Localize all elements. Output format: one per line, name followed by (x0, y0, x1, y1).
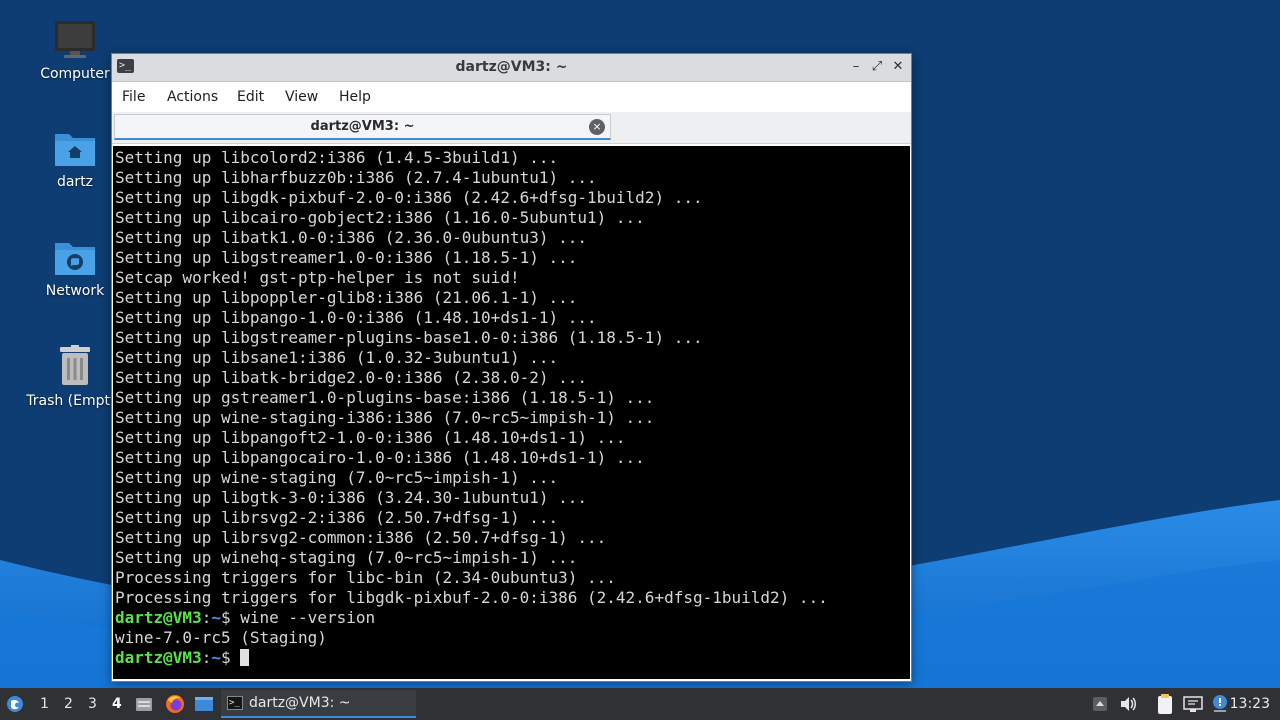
text-cursor (240, 649, 250, 666)
menu-edit[interactable]: Edit (237, 89, 264, 105)
menu-actions[interactable]: Actions (167, 89, 218, 105)
terminal-line: Setting up libgtk-3-0:i386 (3.24.30-1ubu… (115, 488, 588, 507)
notification-icon[interactable] (1211, 694, 1229, 714)
start-menu-icon[interactable] (6, 695, 24, 713)
network-icon[interactable] (1183, 695, 1203, 713)
terminal-line: Setting up libgstreamer-plugins-base1.0-… (115, 328, 703, 347)
terminal-line: Setting up libharfbuzz0b:i386 (2.7.4-1ub… (115, 168, 597, 187)
workspace-3[interactable]: 3 (88, 696, 97, 712)
terminal-line: Setting up wine-staging-i386:i386 (7.0~r… (115, 408, 655, 427)
show-desktop-icon[interactable] (194, 695, 214, 713)
terminal-line: Setting up libpangocairo-1.0-0:i386 (1.4… (115, 448, 645, 467)
file-manager-icon[interactable] (135, 695, 153, 713)
prompt-separator: : (201, 648, 212, 667)
computer-icon (55, 21, 95, 58)
volume-icon[interactable] (1119, 695, 1137, 713)
window-titlebar[interactable]: >_ dartz@VM3: ~ – ⤢ ✕ (112, 54, 911, 82)
terminal-command-line: dartz@VM3:~$ wine --version (115, 608, 910, 628)
terminal-tab[interactable]: dartz@VM3: ~ × (114, 114, 611, 140)
workspace-4[interactable]: 4 (112, 696, 122, 712)
tab-bar: dartz@VM3: ~ × (112, 112, 911, 144)
tab-close-icon[interactable]: × (589, 119, 605, 135)
prompt-separator: : (201, 608, 212, 627)
prompt-dir: ~ (211, 648, 221, 667)
trash-icon (60, 345, 90, 385)
prompt-sign: $ (220, 608, 241, 627)
taskbar-task-terminal[interactable]: >_ dartz@VM3: ~ (221, 690, 416, 718)
terminal-output[interactable]: Setting up libcolord2:i386 (1.4.5-3build… (113, 146, 910, 679)
workspace-2[interactable]: 2 (64, 696, 73, 712)
terminal-line: Setting up libgstreamer1.0-0:i386 (1.18.… (115, 248, 578, 267)
terminal-line: Setcap worked! gst-ptp-helper is not sui… (115, 268, 520, 287)
terminal-line: Setting up libsane1:i386 (1.0.32-3ubuntu… (115, 348, 559, 367)
prompt-dir: ~ (211, 608, 221, 627)
minimize-button[interactable]: – (847, 58, 865, 76)
terminal-line: Setting up libatk-bridge2.0-0:i386 (2.38… (115, 368, 588, 387)
tray-arrow-icon[interactable] (1092, 696, 1108, 712)
prompt-sign: $ (220, 648, 241, 667)
workspace-1[interactable]: 1 (40, 696, 49, 712)
menu-file[interactable]: File (122, 89, 145, 105)
terminal-icon: >_ (227, 696, 243, 710)
terminal-line: Setting up librsvg2-common:i386 (2.50.7+… (115, 528, 607, 547)
home-folder-icon (55, 134, 95, 166)
network-folder-icon (55, 243, 95, 275)
clipboard-icon[interactable] (1156, 693, 1174, 715)
menu-view[interactable]: View (285, 89, 318, 105)
taskbar: 1 2 3 4 >_ dartz@VM3: ~ 13:23 (0, 688, 1280, 720)
clock: 13:23 (1229, 696, 1270, 712)
terminal-line: Setting up librsvg2-2:i386 (2.50.7+dfsg-… (115, 508, 559, 527)
terminal-line: Setting up libpangoft2-1.0-0:i386 (1.48.… (115, 428, 626, 447)
maximize-button[interactable]: ⤢ (868, 58, 886, 76)
terminal-lines: Setting up libcolord2:i386 (1.4.5-3build… (115, 148, 910, 668)
terminal-line: Setting up libpoppler-glib8:i386 (21.06.… (115, 288, 578, 307)
terminal-prompt-line: dartz@VM3:~$ (115, 648, 910, 668)
window-title: dartz@VM3: ~ (455, 59, 568, 75)
terminal-line: Setting up libcairo-gobject2:i386 (1.16.… (115, 208, 645, 227)
menu-bar: File Actions Edit View Help (112, 82, 911, 112)
menu-help[interactable]: Help (339, 89, 371, 105)
terminal-line: Processing triggers for libgdk-pixbuf-2.… (115, 588, 828, 607)
terminal-window: >_ dartz@VM3: ~ – ⤢ ✕ File Actions Edit … (111, 53, 912, 682)
terminal-line: Setting up libcolord2:i386 (1.4.5-3build… (115, 148, 559, 167)
terminal-line: Setting up libgdk-pixbuf-2.0-0:i386 (2.4… (115, 188, 703, 207)
terminal-line: Setting up winehq-staging (7.0~rc5~impis… (115, 548, 578, 567)
prompt-user: dartz@VM3 (115, 648, 202, 667)
taskbar-task-label: dartz@VM3: ~ (249, 695, 351, 711)
terminal-command-output: wine-7.0-rc5 (Staging) (115, 628, 327, 647)
prompt-user: dartz@VM3 (115, 608, 202, 627)
terminal-line: Setting up libpango-1.0-0:i386 (1.48.10+… (115, 308, 597, 327)
terminal-line: Processing triggers for libc-bin (2.34-0… (115, 568, 616, 587)
terminal-line: Setting up gstreamer1.0-plugins-base:i38… (115, 388, 655, 407)
firefox-icon[interactable] (165, 694, 185, 714)
terminal-line: Setting up libatk1.0-0:i386 (2.36.0-0ubu… (115, 228, 588, 247)
terminal-line: Setting up wine-staging (7.0~rc5~impish-… (115, 468, 559, 487)
tab-title: dartz@VM3: ~ (310, 119, 415, 134)
close-button[interactable]: ✕ (889, 58, 907, 76)
terminal-command: wine --version (240, 608, 376, 627)
